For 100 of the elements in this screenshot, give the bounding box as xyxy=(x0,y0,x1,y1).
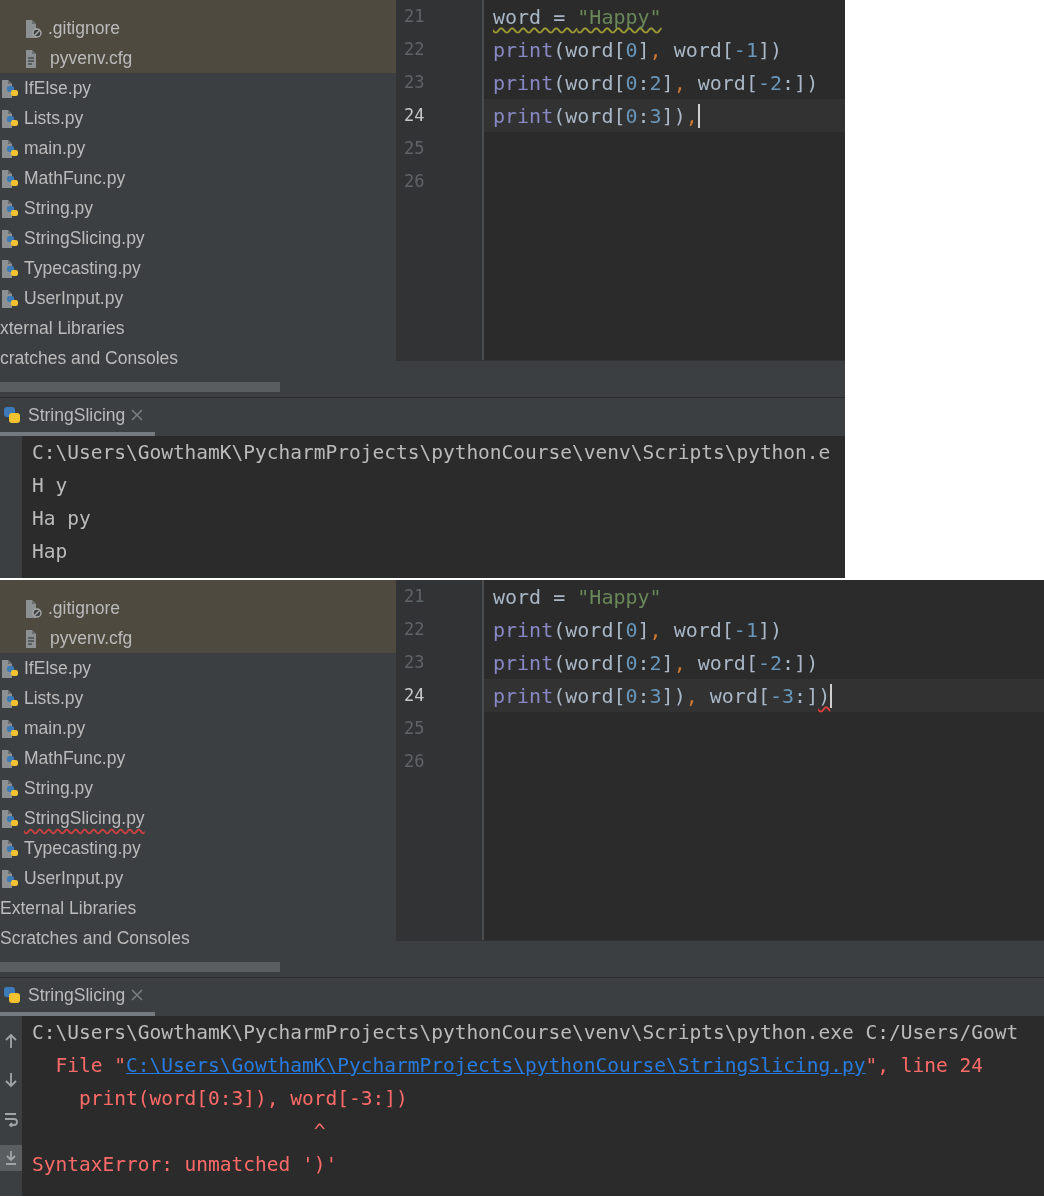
tree-item[interactable]: String.py xyxy=(0,193,396,223)
python-file-icon xyxy=(0,108,19,128)
scroll-to-end-icon xyxy=(4,1150,18,1166)
tree-item[interactable]: StringSlicing.py xyxy=(0,803,396,833)
close-icon xyxy=(131,409,144,421)
python-file-icon xyxy=(0,288,19,308)
down-arrow-icon xyxy=(4,1072,18,1088)
tree-item[interactable]: IfElse.py xyxy=(0,73,396,103)
tree-item[interactable]: Typecasting.py xyxy=(0,833,396,863)
file-name: main.py xyxy=(24,716,86,740)
file-name: StringSlicing.py xyxy=(24,226,145,250)
console-line: Ha py xyxy=(32,507,91,530)
file-name: Lists.py xyxy=(24,106,84,130)
file-name: StringSlicing.py xyxy=(24,806,145,830)
code-line: word = "Happy" xyxy=(492,583,663,611)
code-line: print(word[0], word[-1]) xyxy=(492,36,784,64)
up-arrow-icon xyxy=(4,1033,18,1049)
console-line: H y xyxy=(32,474,68,497)
code-line: print(word[0:2], word[-2:]) xyxy=(492,649,820,677)
file-name: MathFunc.py xyxy=(24,166,126,190)
soft-wrap-icon xyxy=(4,1111,18,1127)
tree-item[interactable]: String.py xyxy=(0,773,396,803)
tree-item[interactable]: pyvenv.cfg xyxy=(0,623,396,653)
python-file-icon xyxy=(0,808,19,828)
tree-item[interactable]: xternal Libraries xyxy=(0,313,396,343)
tree-item[interactable]: MathFunc.py xyxy=(0,163,396,193)
python-file-icon xyxy=(0,78,19,98)
file-name: String.py xyxy=(24,776,94,800)
close-icon xyxy=(131,989,144,1001)
tree-item[interactable]: Typecasting.py xyxy=(0,253,396,283)
tree-item[interactable]: IfElse.py xyxy=(0,653,396,683)
tree-item[interactable]: Lists.py xyxy=(0,103,396,133)
console-line: Hap xyxy=(32,540,68,563)
code-line: print(word[0:2], word[-2:]) xyxy=(492,69,820,97)
tree-item[interactable]: UserInput.py xyxy=(0,863,396,893)
code-line: word = "Happy" xyxy=(492,3,663,31)
file-name: cratches and Consoles xyxy=(0,346,179,370)
file-name: Lists.py xyxy=(24,686,84,710)
text-file-icon xyxy=(26,48,38,68)
python-file-icon xyxy=(0,138,19,158)
file-link[interactable]: C:\Users\GowthamK\PycharmProjects\pythonCourse\StringSlicing.py xyxy=(125,1054,866,1077)
error-text: SyntaxError: unmatched ')' xyxy=(32,1153,338,1176)
tree-item[interactable]: StringSlicing.py xyxy=(0,223,396,253)
tree-item[interactable]: UserInput.py xyxy=(0,283,396,313)
file-name: Scratches and Consoles xyxy=(0,926,190,950)
tree-item[interactable]: main.py xyxy=(0,713,396,743)
code-line: print(word[0], word[-1]) xyxy=(492,616,784,644)
file-name: IfElse.py xyxy=(24,76,92,100)
file-name: UserInput.py xyxy=(24,286,124,310)
file-name: .gitignore xyxy=(48,16,120,40)
file-name: main.py xyxy=(24,136,86,160)
python-file-icon xyxy=(0,838,19,858)
file-name: UserInput.py xyxy=(24,866,124,890)
python-file-icon xyxy=(0,868,19,888)
file-name: MathFunc.py xyxy=(24,746,126,770)
console-line: C:\Users\GowthamK\PycharmProjects\pythonCourse\venv\Scripts\python.exe C:/Users/Gowt xyxy=(32,1021,1019,1044)
python-logo-icon xyxy=(2,405,22,425)
tree-item[interactable]: pyvenv.cfg xyxy=(0,43,396,73)
python-file-icon xyxy=(0,168,19,188)
python-file-icon xyxy=(0,658,19,678)
file-name: xternal Libraries xyxy=(0,316,125,340)
python-logo-icon xyxy=(2,985,22,1005)
run-tab[interactable]: StringSlicing xyxy=(0,978,156,1016)
run-tab[interactable]: StringSlicing xyxy=(0,398,156,436)
error-text: ", line 24 xyxy=(865,1054,983,1077)
python-file-icon xyxy=(0,718,19,738)
file-name: pyvenv.cfg xyxy=(50,626,133,650)
console-line: C:\Users\GowthamK\PycharmProjects\pythonCourse\venv\Scripts\python.e xyxy=(32,441,831,464)
python-file-icon xyxy=(0,198,19,218)
python-file-icon xyxy=(0,258,19,278)
file-name: Typecasting.py xyxy=(24,256,141,280)
file-name: .gitignore xyxy=(48,596,120,620)
line-number: 24 xyxy=(404,105,425,126)
tree-item[interactable]: Scratches and Consoles xyxy=(0,923,396,953)
file-name: pyvenv.cfg xyxy=(50,46,133,70)
error-text: File " xyxy=(54,1054,126,1077)
python-file-icon xyxy=(0,228,19,248)
text-file-icon xyxy=(26,628,38,648)
tree-item[interactable]: main.py xyxy=(0,133,396,163)
scrollbar[interactable] xyxy=(0,962,280,972)
console-tool-button[interactable] xyxy=(0,1145,22,1171)
line-number: 24 xyxy=(404,685,425,706)
tree-item[interactable]: cratches and Consoles xyxy=(0,343,396,373)
python-file-icon xyxy=(0,748,19,768)
ignored-file-icon xyxy=(24,18,43,38)
scrollbar[interactable] xyxy=(0,382,280,392)
tree-item[interactable]: External Libraries xyxy=(0,893,396,923)
file-name: IfElse.py xyxy=(24,656,92,680)
python-file-icon xyxy=(0,778,19,798)
tree-item[interactable]: MathFunc.py xyxy=(0,743,396,773)
file-name: External Libraries xyxy=(0,896,137,920)
error-text: ^ xyxy=(312,1120,326,1143)
error-text: print(word[0:3]), word[-3:]) xyxy=(77,1087,408,1110)
file-name: Typecasting.py xyxy=(24,836,141,860)
tree-item[interactable]: Lists.py xyxy=(0,683,396,713)
tree-item[interactable]: .gitignore xyxy=(0,13,396,43)
file-name: String.py xyxy=(24,196,94,220)
python-file-icon xyxy=(0,688,19,708)
ignored-file-icon xyxy=(24,598,43,618)
tree-item[interactable]: .gitignore xyxy=(0,593,396,623)
